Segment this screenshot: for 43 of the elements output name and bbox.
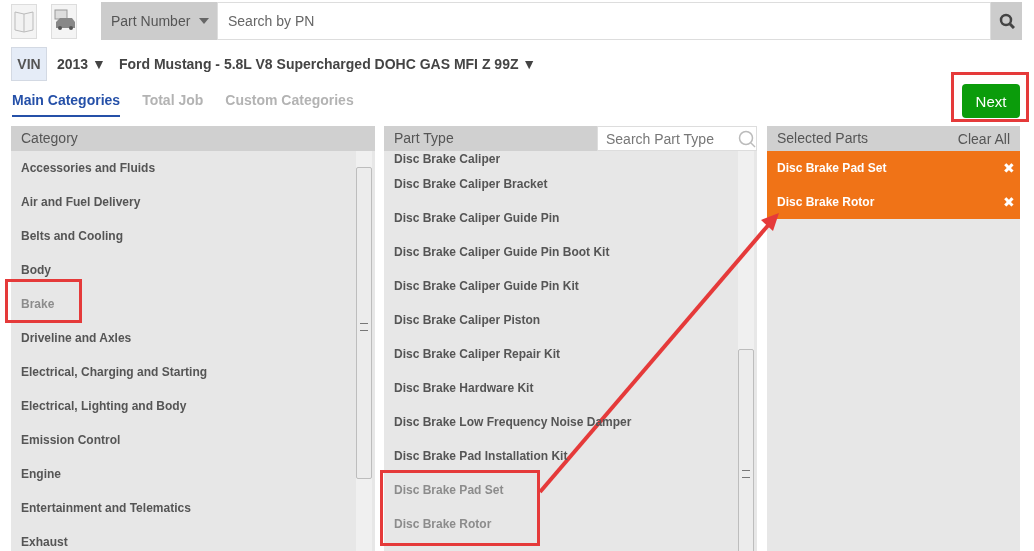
book-button[interactable] — [11, 3, 37, 39]
category-item[interactable]: Body — [11, 253, 356, 287]
vin-button[interactable]: VIN — [11, 47, 47, 81]
part-type-item[interactable]: Disc Brake Caliper Piston — [384, 303, 738, 337]
category-item[interactable]: Electrical, Charging and Starting — [11, 355, 356, 389]
panel-header: Part Type — [384, 126, 597, 151]
search-icon — [738, 129, 756, 148]
search-field[interactable]: Search by PN — [217, 2, 991, 40]
next-button[interactable]: Next — [962, 84, 1020, 118]
category-item[interactable]: Entertainment and Telematics — [11, 491, 356, 525]
panel-header: Category — [11, 126, 375, 151]
part-type-item[interactable]: Disc Brake Caliper Guide Pin Kit — [384, 269, 738, 303]
year-dropdown[interactable]: 2013 ▼ — [57, 56, 106, 72]
part-type-item[interactable]: Disc Brake Hardware Kit — [384, 371, 738, 405]
tab[interactable]: Main Categories — [12, 88, 121, 117]
search-type-dropdown[interactable]: Part Number — [101, 2, 217, 40]
search-button[interactable] — [991, 2, 1022, 40]
part-type-item[interactable]: Disc Brake Pad Installation Kit — [384, 439, 738, 473]
part-type-item[interactable]: Disc Brake Caliper Guide Pin Boot Kit — [384, 235, 738, 269]
selected-part-label: Disc Brake Pad Set — [777, 161, 887, 175]
part-type-item[interactable]: Disc Brake Caliper Bracket — [384, 167, 738, 201]
category-item[interactable]: Engine — [11, 457, 356, 491]
category-item[interactable]: Driveline and Axles — [11, 321, 356, 355]
category-item[interactable]: Air and Fuel Delivery — [11, 185, 356, 219]
panel-header: Selected Parts — [777, 129, 869, 148]
scrollbar[interactable] — [356, 151, 372, 551]
category-item[interactable]: Emission Control — [11, 423, 356, 457]
part-type-item[interactable]: Disc Brake Caliper Repair Kit — [384, 337, 738, 371]
book-icon — [13, 8, 35, 34]
scrollbar[interactable] — [738, 151, 754, 551]
category-item[interactable]: Exhaust — [11, 525, 356, 551]
part-type-item[interactable]: Disc Brake Caliper Guide Pin — [384, 201, 738, 235]
category-item[interactable]: Accessories and Fluids — [11, 151, 356, 185]
part-type-item[interactable]: Disc Brake Caliper — [384, 151, 738, 167]
vehicle-catalog-button[interactable] — [51, 3, 77, 39]
part-type-search-field[interactable]: Search Part Type — [597, 126, 757, 151]
category-item[interactable]: Belts and Cooling — [11, 219, 356, 253]
caret-icon — [199, 18, 209, 24]
search-icon — [998, 13, 1015, 29]
clear-all-link[interactable]: Clear All — [957, 126, 1010, 151]
vehicle-dropdown[interactable]: Ford Mustang - 5.8L V8 Supercharged DOHC GAS MFI Z 99Z ▼ — [118, 56, 537, 72]
selected-part-label: Disc Brake Rotor — [777, 195, 875, 209]
category-item[interactable]: Electrical, Lighting and Body — [11, 389, 356, 423]
